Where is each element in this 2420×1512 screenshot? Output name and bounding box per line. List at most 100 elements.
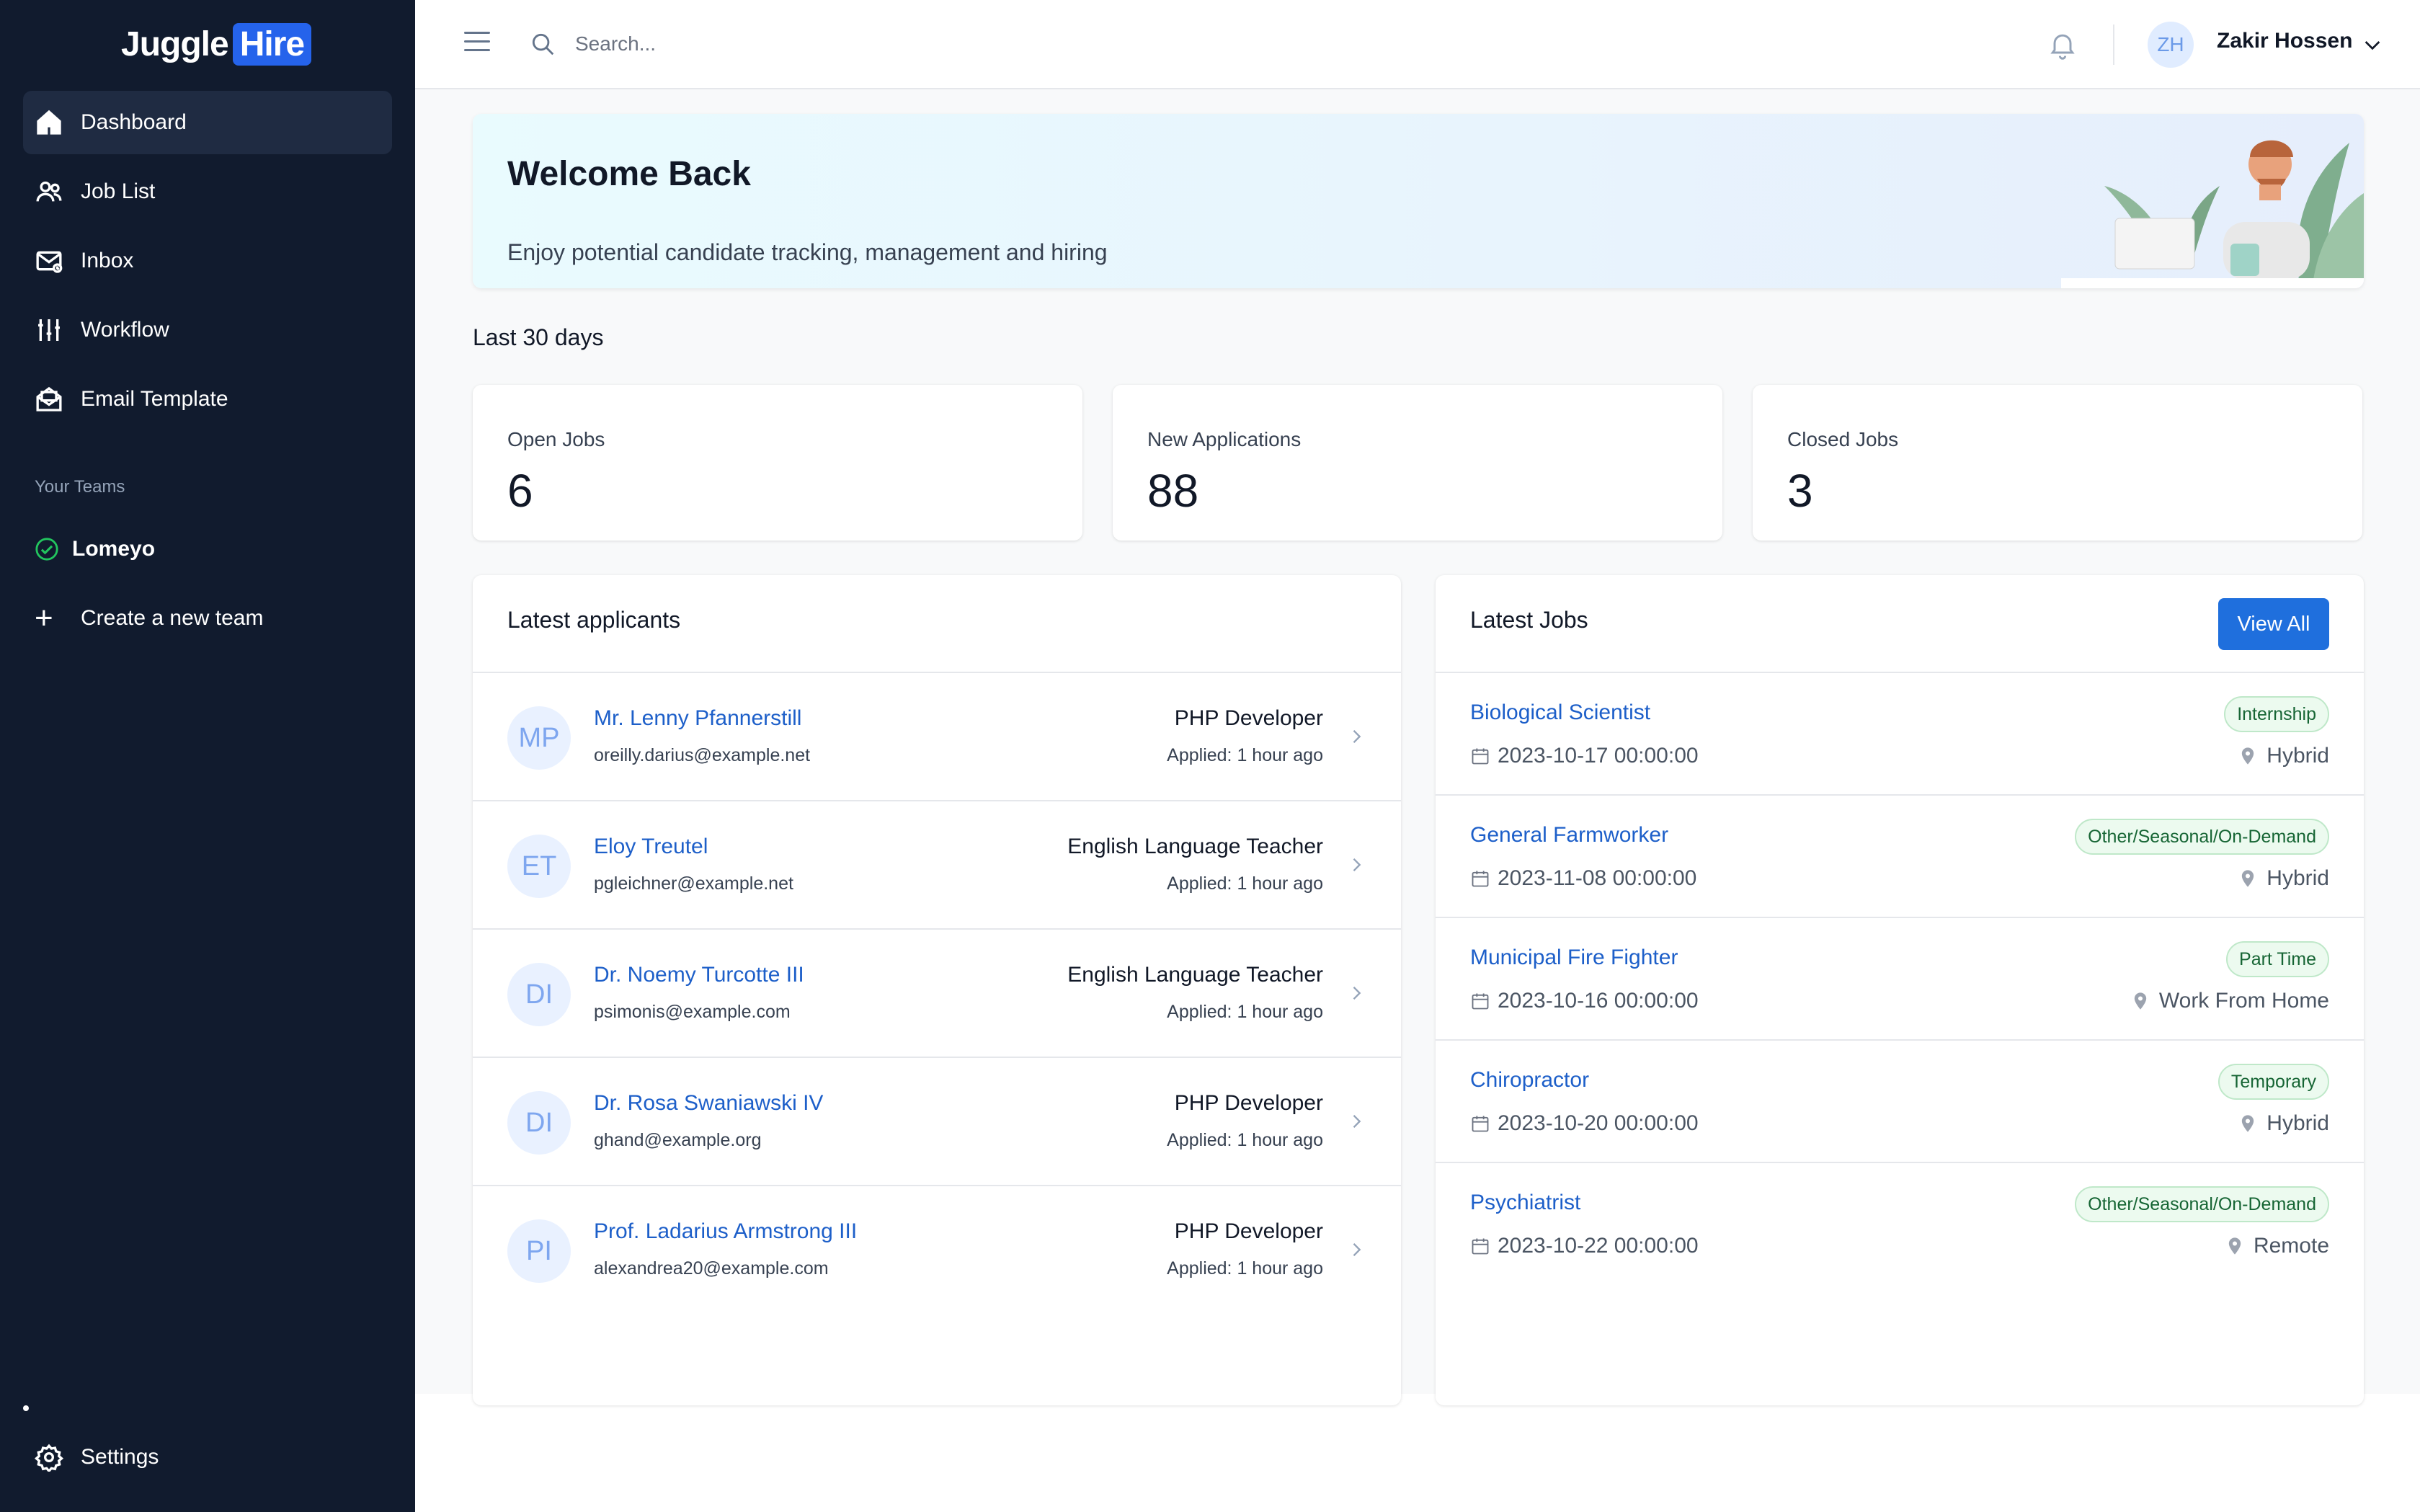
- gear-icon: [35, 1444, 63, 1472]
- applicant-name[interactable]: Prof. Ladarius Armstrong III: [594, 1219, 857, 1244]
- latest-applicants-card: Latest applicants MP Mr. Lenny Pfannerst…: [473, 575, 1401, 1405]
- job-title[interactable]: Biological Scientist: [1470, 701, 1650, 725]
- job-row[interactable]: Psychiatrist 2023-10-22 00:00:00 Other/S…: [1436, 1163, 2364, 1286]
- search-input[interactable]: [575, 25, 1080, 63]
- job-date-text: 2023-10-17 00:00:00: [1498, 744, 1699, 768]
- map-pin-icon: [2228, 1237, 2241, 1255]
- applicant-email: psimonis@example.com: [594, 1002, 791, 1022]
- plus-icon: +: [35, 600, 53, 636]
- team-item-lomeyo[interactable]: Lomeyo: [35, 533, 155, 565]
- applicant-role: English Language Teacher: [1067, 835, 1323, 858]
- job-title[interactable]: Municipal Fire Fighter: [1470, 946, 1678, 970]
- map-pin-icon: [2242, 747, 2254, 765]
- create-team-label: Create a new team: [81, 606, 264, 630]
- sidebar-item-email-template[interactable]: Email Template: [23, 368, 392, 431]
- stat-label: Closed Jobs: [1787, 428, 1899, 450]
- job-location-text: Remote: [2253, 1234, 2329, 1258]
- job-title[interactable]: General Farmworker: [1470, 823, 1668, 848]
- card-header: Latest applicants: [473, 575, 1401, 673]
- applicant-name[interactable]: Dr. Rosa Swaniawski IV: [594, 1091, 823, 1116]
- card-title: Latest applicants: [507, 607, 681, 633]
- job-date-text: 2023-10-20 00:00:00: [1498, 1111, 1699, 1135]
- inbox-icon: [35, 246, 63, 275]
- stat-card-new-applications: New Applications 88: [1113, 385, 1722, 541]
- applicant-time: Applied: 1 hour ago: [1167, 1002, 1323, 1022]
- welcome-banner: Welcome Back Enjoy potential candidate t…: [473, 114, 2364, 288]
- job-row[interactable]: Biological Scientist 2023-10-17 00:00:00…: [1436, 673, 2364, 796]
- applicant-name[interactable]: Dr. Noemy Turcotte III: [594, 963, 804, 987]
- job-location-text: Hybrid: [2266, 744, 2329, 768]
- applicant-row[interactable]: DI Dr. Rosa Swaniawski IV ghand@example.…: [473, 1058, 1401, 1186]
- sidebar-item-inbox[interactable]: Inbox: [23, 229, 392, 293]
- avatar[interactable]: ZH: [2148, 22, 2194, 68]
- settings-button[interactable]: Settings: [35, 1440, 159, 1475]
- create-team-button[interactable]: + Create a new team: [35, 601, 263, 636]
- map-pin-icon: [2242, 870, 2254, 887]
- job-location-text: Work From Home: [2158, 989, 2329, 1013]
- home-icon: [35, 108, 63, 137]
- applicant-role: English Language Teacher: [1067, 963, 1323, 987]
- user-menu-name[interactable]: Zakir Hossen: [2217, 29, 2352, 53]
- mail-open-icon: [35, 385, 63, 414]
- stat-card-closed-jobs: Closed Jobs 3: [1753, 385, 2362, 541]
- period-label: Last 30 days: [473, 324, 604, 350]
- job-row[interactable]: General Farmworker 2023-11-08 00:00:00 O…: [1436, 796, 2364, 918]
- sidebar-item-workflow[interactable]: Workflow: [23, 298, 392, 362]
- sliders-icon: [35, 316, 63, 344]
- job-date: 2023-11-08 00:00:00: [1470, 866, 1696, 891]
- job-title[interactable]: Chiropractor: [1470, 1068, 1589, 1093]
- job-row[interactable]: Chiropractor 2023-10-20 00:00:00 Tempora…: [1436, 1041, 2364, 1163]
- sidebar-item-label: Workflow: [81, 318, 169, 342]
- job-row[interactable]: Municipal Fire Fighter 2023-10-16 00:00:…: [1436, 918, 2364, 1041]
- applicant-name[interactable]: Mr. Lenny Pfannerstill: [594, 706, 801, 731]
- map-pin-icon: [2242, 1115, 2254, 1132]
- avatar: DI: [507, 963, 571, 1026]
- chevron-down-icon[interactable]: [2361, 33, 2384, 56]
- menu-icon[interactable]: [464, 32, 490, 58]
- job-list: Biological Scientist 2023-10-17 00:00:00…: [1436, 673, 2364, 1286]
- view-all-button[interactable]: View All: [2218, 598, 2329, 650]
- applicant-row[interactable]: PI Prof. Ladarius Armstrong III alexandr…: [473, 1186, 1401, 1315]
- applicant-row[interactable]: DI Dr. Noemy Turcotte III psimonis@examp…: [473, 930, 1401, 1058]
- job-location: Hybrid: [2239, 1111, 2329, 1136]
- brand-name-part2: Hire: [232, 22, 312, 66]
- chevron-right-icon[interactable]: [1346, 726, 1366, 747]
- main-content: Welcome Back Enjoy potential candidate t…: [415, 89, 2420, 1405]
- users-icon: [35, 177, 63, 206]
- avatar: ET: [507, 835, 571, 898]
- applicant-row[interactable]: MP Mr. Lenny Pfannerstill oreilly.darius…: [473, 673, 1401, 801]
- applicant-email: pgleichner@example.net: [594, 873, 793, 894]
- stat-label: Open Jobs: [507, 428, 605, 450]
- applicant-row[interactable]: ET Eloy Treutel pgleichner@example.net E…: [473, 801, 1401, 930]
- teams-section-label: Your Teams: [35, 477, 125, 497]
- bell-icon[interactable]: [2047, 29, 2078, 61]
- stat-value: 6: [507, 465, 533, 517]
- check-circle-icon: [35, 538, 58, 561]
- job-location: Work From Home: [2132, 989, 2329, 1013]
- job-date: 2023-10-17 00:00:00: [1470, 744, 1699, 768]
- stat-value: 88: [1147, 465, 1199, 517]
- sidebar-item-dashboard[interactable]: Dashboard: [23, 91, 392, 154]
- chevron-right-icon[interactable]: [1346, 983, 1366, 1003]
- brand-logo[interactable]: Juggle Hire: [121, 22, 312, 66]
- chevron-right-icon[interactable]: [1346, 1240, 1366, 1260]
- chevron-right-icon[interactable]: [1346, 855, 1366, 875]
- map-pin-icon: [2134, 992, 2147, 1010]
- team-name: Lomeyo: [72, 537, 156, 561]
- sidebar-nav: Dashboard Job List Inbox Workflow Email …: [23, 91, 392, 437]
- sidebar-item-label: Inbox: [81, 249, 134, 272]
- job-date: 2023-10-16 00:00:00: [1470, 989, 1699, 1013]
- sidebar-item-job-list[interactable]: Job List: [23, 160, 392, 223]
- applicant-time: Applied: 1 hour ago: [1167, 873, 1323, 894]
- applicant-name[interactable]: Eloy Treutel: [594, 835, 708, 859]
- job-title[interactable]: Psychiatrist: [1470, 1191, 1580, 1215]
- applicant-email: oreilly.darius@example.net: [594, 745, 811, 765]
- latest-jobs-card: Latest Jobs View All Biological Scientis…: [1436, 575, 2364, 1405]
- applicant-email: ghand@example.org: [594, 1130, 762, 1150]
- job-type-badge: Other/Seasonal/On-Demand: [2075, 819, 2329, 855]
- card-title: Latest Jobs: [1470, 607, 1588, 633]
- chevron-right-icon[interactable]: [1346, 1111, 1366, 1131]
- job-location: Hybrid: [2239, 866, 2329, 891]
- job-location-text: Hybrid: [2266, 1111, 2329, 1135]
- job-date-text: 2023-11-08 00:00:00: [1498, 866, 1697, 890]
